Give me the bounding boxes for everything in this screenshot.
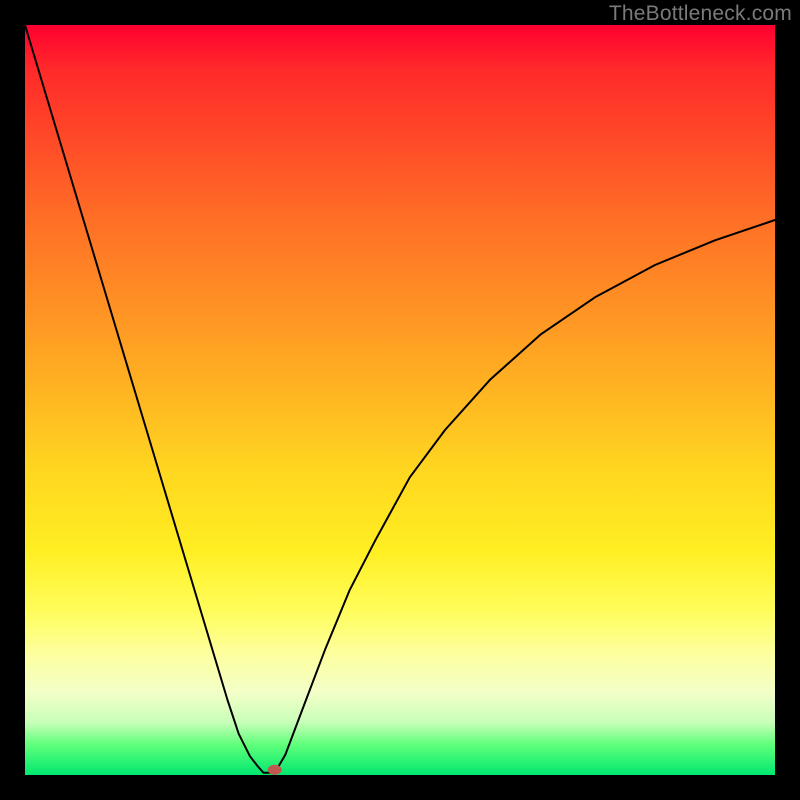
plot-area: [25, 25, 775, 775]
curve-layer: [25, 25, 775, 775]
chart-frame: TheBottleneck.com: [0, 0, 800, 800]
watermark-label: TheBottleneck.com: [609, 2, 792, 26]
bottleneck-curve: [25, 25, 775, 773]
optimum-marker: [268, 765, 282, 775]
